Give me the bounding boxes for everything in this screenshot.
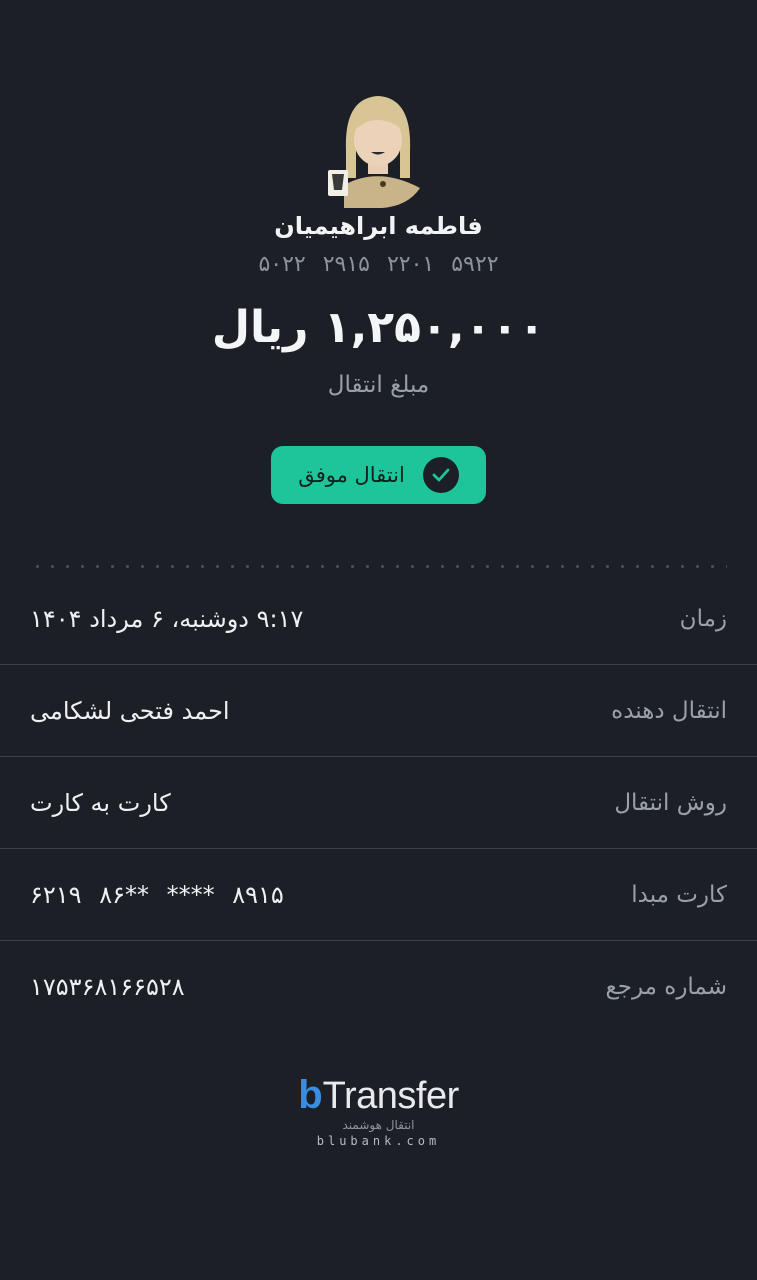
recipient-name: فاطمه ابراهیمیان: [274, 212, 483, 240]
transfer-status-text: انتقال موفق: [298, 463, 405, 487]
detail-value-reference: ۱۷۵۳۶۸۱۶۶۵۲۸: [30, 973, 185, 1001]
btransfer-logo: b Transfer انتقال هوشمند blubank.com: [0, 1072, 757, 1148]
detail-label-time: زمان: [679, 605, 727, 632]
avatar-icon: [328, 96, 420, 208]
logo-wordmark: b Transfer: [298, 1072, 459, 1118]
detail-label-source-card: کارت مبدا: [631, 881, 727, 908]
logo-tagline: انتقال هوشمند: [342, 1118, 415, 1132]
detail-row-reference: ۱۷۵۳۶۸۱۶۶۵۲۸ شماره مرجع: [0, 941, 757, 1033]
transfer-amount: ۱,۲۵۰,۰۰۰ ریال: [211, 302, 546, 353]
detail-row-source-card: ۶۲۱۹ ۸۶** **** ۸۹۱۵ کارت مبدا: [0, 849, 757, 941]
transfer-amount-label: مبلغ انتقال: [327, 372, 430, 398]
logo-url: blubank.com: [316, 1134, 441, 1148]
detail-row-time: ۹:۱۷ دوشنبه، ۶ مرداد ۱۴۰۴ زمان: [0, 573, 757, 665]
transfer-receipt: فاطمه ابراهیمیان ۵۰۲۲ ۲۹۱۵ ۲۲۰۱ ۵۹۲۲ ۱,۲…: [0, 0, 757, 1280]
detail-value-source-card: ۶۲۱۹ ۸۶** **** ۸۹۱۵: [30, 880, 284, 909]
transfer-status-badge: انتقال موفق: [271, 446, 486, 504]
dotted-divider: [30, 565, 727, 568]
logo-b: b: [298, 1073, 323, 1117]
detail-value-sender: احمد فتحی لشکامی: [30, 696, 230, 725]
check-icon: [422, 457, 459, 493]
detail-value-method: کارت به کارت: [30, 788, 171, 817]
detail-label-method: روش انتقال: [614, 789, 727, 816]
recipient-avatar: [322, 90, 434, 210]
detail-label-reference: شماره مرجع: [605, 974, 727, 1000]
detail-row-sender: احمد فتحی لشکامی انتقال دهنده: [0, 665, 757, 757]
logo-word: Transfer: [322, 1075, 460, 1117]
detail-row-method: کارت به کارت روش انتقال: [0, 757, 757, 849]
detail-value-time: ۹:۱۷ دوشنبه، ۶ مرداد ۱۴۰۴: [30, 604, 304, 633]
detail-label-sender: انتقال دهنده: [611, 697, 727, 724]
recipient-card-number: ۵۰۲۲ ۲۹۱۵ ۲۲۰۱ ۵۹۲۲: [258, 252, 499, 277]
